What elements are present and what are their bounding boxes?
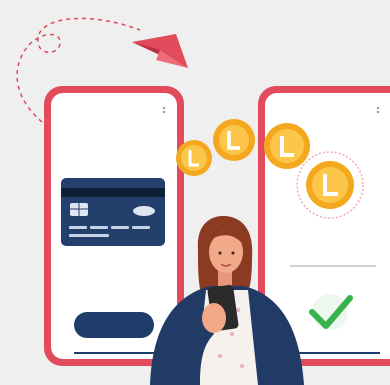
paper-plane-icon (132, 34, 188, 68)
coin-icon (264, 123, 310, 169)
coin-icon (176, 140, 212, 176)
payment-illustration (16, 17, 390, 385)
coin-icon (213, 119, 255, 161)
credit-card-icon (61, 178, 165, 246)
coin-icon (296, 151, 364, 219)
pay-button[interactable] (74, 312, 154, 338)
